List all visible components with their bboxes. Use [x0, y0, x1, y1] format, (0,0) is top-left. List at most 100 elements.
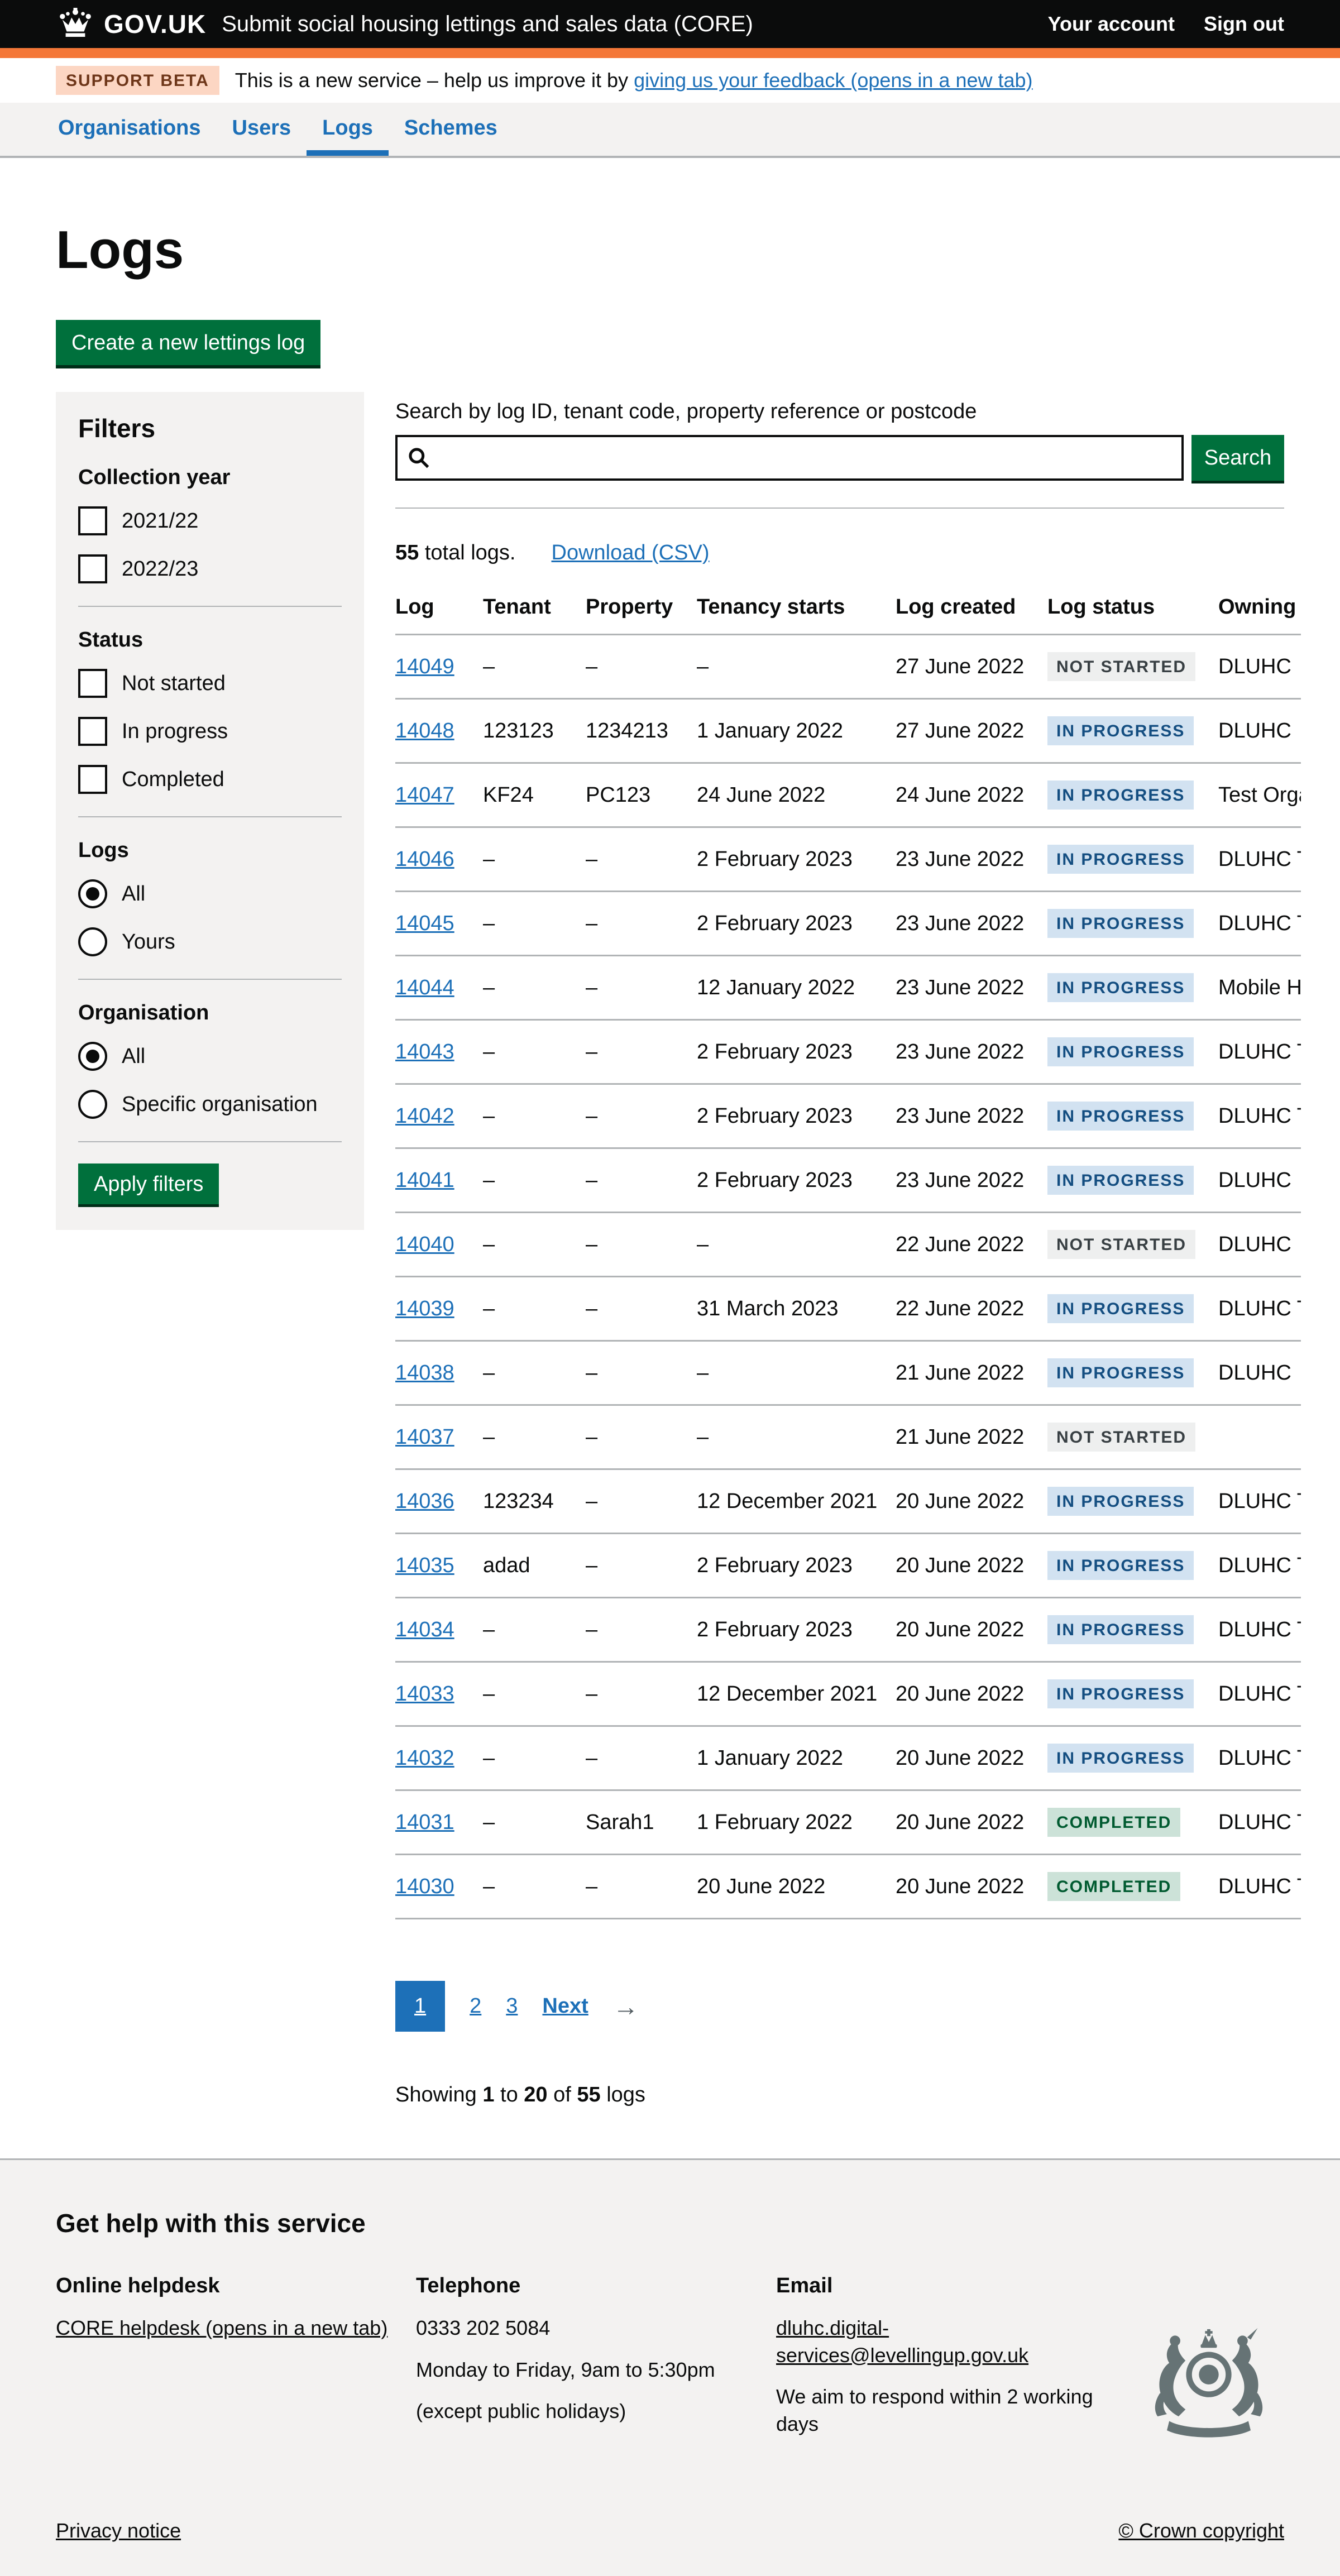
tenant-cell: – [483, 1726, 586, 1790]
log-link[interactable]: 14046 [395, 848, 454, 871]
log-link[interactable]: 14031 [395, 1811, 454, 1834]
status-cell: NOT STARTED [1047, 1405, 1218, 1469]
filter-option-collection-year-2022-23: 2022/23 [78, 554, 342, 583]
log-link[interactable]: 14034 [395, 1618, 454, 1641]
log-link[interactable]: 14041 [395, 1169, 454, 1192]
tenant-cell: 123123 [483, 699, 586, 763]
tenant-cell: – [483, 1405, 586, 1469]
pagination-page-1[interactable]: 1 [395, 1981, 445, 2032]
radio-all[interactable] [78, 1042, 107, 1071]
search-button[interactable]: Search [1191, 435, 1284, 481]
log-link[interactable]: 14043 [395, 1040, 454, 1064]
checkbox-completed[interactable] [78, 765, 107, 794]
log-link[interactable]: 14036 [395, 1490, 454, 1513]
footer-link-dluhc-digital-services-levelli[interactable]: dluhc.digital-services@levellingup.gov.u… [776, 2316, 1028, 2367]
table-row: 14039––31 March 202322 June 2022IN PROGR… [395, 1277, 1301, 1341]
pagination-page-2[interactable]: 2 [470, 1994, 481, 2018]
filter-option-logs-yours: Yours [78, 927, 342, 956]
owning-organisation-cell: DLUHC Test Org [1218, 1084, 1301, 1148]
tenant-cell: – [483, 1277, 586, 1341]
table-row: 1404812312312342131 January 202227 June … [395, 699, 1301, 763]
footer-line: We aim to respond within 2 working days [776, 2383, 1136, 2438]
property-cell: – [586, 635, 697, 699]
log-link[interactable]: 14045 [395, 912, 454, 935]
log-cell: 14040 [395, 1213, 483, 1277]
nav-item-logs[interactable]: Logs [307, 103, 389, 156]
log-link[interactable]: 14030 [395, 1875, 454, 1898]
status-cell: NOT STARTED [1047, 635, 1218, 699]
checkbox-2021-22[interactable] [78, 506, 107, 535]
tenant-cell: 123234 [483, 1469, 586, 1534]
sign-out-link[interactable]: Sign out [1204, 12, 1284, 36]
status-badge: IN PROGRESS [1047, 1744, 1194, 1773]
property-cell: – [586, 1855, 697, 1919]
radio-yours[interactable] [78, 927, 107, 956]
govuk-logo[interactable]: GOV.UK [56, 8, 206, 40]
log-link[interactable]: 14037 [395, 1425, 454, 1449]
download-csv-link[interactable]: Download (CSV) [552, 541, 710, 565]
tenant-cell: – [483, 892, 586, 956]
log-link[interactable]: 14035 [395, 1554, 454, 1577]
status-cell: IN PROGRESS [1047, 1534, 1218, 1598]
status-badge: IN PROGRESS [1047, 1166, 1194, 1195]
log-created-cell: 20 June 2022 [896, 1534, 1047, 1598]
nav-item-users[interactable]: Users [217, 103, 307, 156]
filter-heading-organisation: Organisation [78, 1001, 342, 1025]
nav-item-schemes[interactable]: Schemes [389, 103, 513, 156]
owning-organisation-cell: DLUHC [1218, 635, 1301, 699]
table-row: 14042––2 February 202323 June 2022IN PRO… [395, 1084, 1301, 1148]
search-input[interactable] [395, 435, 1184, 481]
property-cell: – [586, 1341, 697, 1405]
pagination-page-3[interactable]: 3 [506, 1994, 518, 2018]
radio-all[interactable] [78, 879, 107, 908]
apply-filters-button[interactable]: Apply filters [78, 1163, 219, 1204]
nav-item-organisations[interactable]: Organisations [56, 103, 217, 156]
log-link[interactable]: 14038 [395, 1361, 454, 1385]
filters-heading: Filters [78, 413, 342, 443]
status-cell: IN PROGRESS [1047, 1662, 1218, 1726]
footer-link-core-helpdesk-opens-in-a-new-t[interactable]: CORE helpdesk (opens in a new tab) [56, 2316, 387, 2339]
log-link[interactable]: 14033 [395, 1682, 454, 1706]
your-account-link[interactable]: Your account [1048, 12, 1175, 36]
table-row: 14034––2 February 202320 June 2022IN PRO… [395, 1598, 1301, 1662]
filters-panel: Filters Collection year2021/222022/23Sta… [56, 392, 364, 1230]
table-row: 14035adad–2 February 202320 June 2022IN … [395, 1534, 1301, 1598]
log-created-cell: 20 June 2022 [896, 1598, 1047, 1662]
log-link[interactable]: 14047 [395, 783, 454, 807]
status-badge: NOT STARTED [1047, 1423, 1195, 1452]
owning-organisation-cell: DLUHC [1218, 1341, 1301, 1405]
table-row: 14036123234–12 December 202120 June 2022… [395, 1469, 1301, 1534]
log-link[interactable]: 14049 [395, 655, 454, 678]
checkbox-2022-23[interactable] [78, 554, 107, 583]
radio-specific-organisation[interactable] [78, 1090, 107, 1119]
tenant-cell: – [483, 827, 586, 892]
log-link[interactable]: 14044 [395, 976, 454, 999]
log-link[interactable]: 14032 [395, 1746, 454, 1770]
owning-organisation-cell: DLUHC Test Org [1218, 1598, 1301, 1662]
tenancy-starts-cell: 2 February 2023 [697, 1084, 896, 1148]
log-link[interactable]: 14040 [395, 1233, 454, 1256]
log-link[interactable]: 14039 [395, 1297, 454, 1320]
pagination-next-link[interactable]: Next [542, 1994, 588, 2018]
create-lettings-log-button[interactable]: Create a new lettings log [56, 320, 320, 365]
feedback-link[interactable]: giving us your feedback (opens in a new … [634, 69, 1032, 92]
crown-copyright-link[interactable]: © Crown copyright [1118, 2519, 1284, 2543]
log-cell: 14049 [395, 635, 483, 699]
owning-organisation-cell: DLUHC Test Org [1218, 1790, 1301, 1855]
log-link[interactable]: 14042 [395, 1104, 454, 1128]
checkbox-in-progress[interactable] [78, 717, 107, 746]
checkbox-not-started[interactable] [78, 669, 107, 698]
status-badge: IN PROGRESS [1047, 781, 1194, 810]
log-created-cell: 22 June 2022 [896, 1277, 1047, 1341]
log-link[interactable]: 14048 [395, 719, 454, 743]
owning-organisation-cell: DLUHC Test Org [1218, 1277, 1301, 1341]
tenant-cell: – [483, 1341, 586, 1405]
log-created-cell: 23 June 2022 [896, 1020, 1047, 1084]
filter-label: Specific organisation [122, 1093, 318, 1117]
tenant-cell: – [483, 1855, 586, 1919]
log-cell: 14035 [395, 1534, 483, 1598]
property-cell: PC123 [586, 763, 697, 827]
service-name-link[interactable]: Submit social housing lettings and sales… [222, 12, 753, 37]
royal-coat-of-arms [1139, 2328, 1279, 2448]
privacy-notice-link[interactable]: Privacy notice [56, 2519, 181, 2543]
